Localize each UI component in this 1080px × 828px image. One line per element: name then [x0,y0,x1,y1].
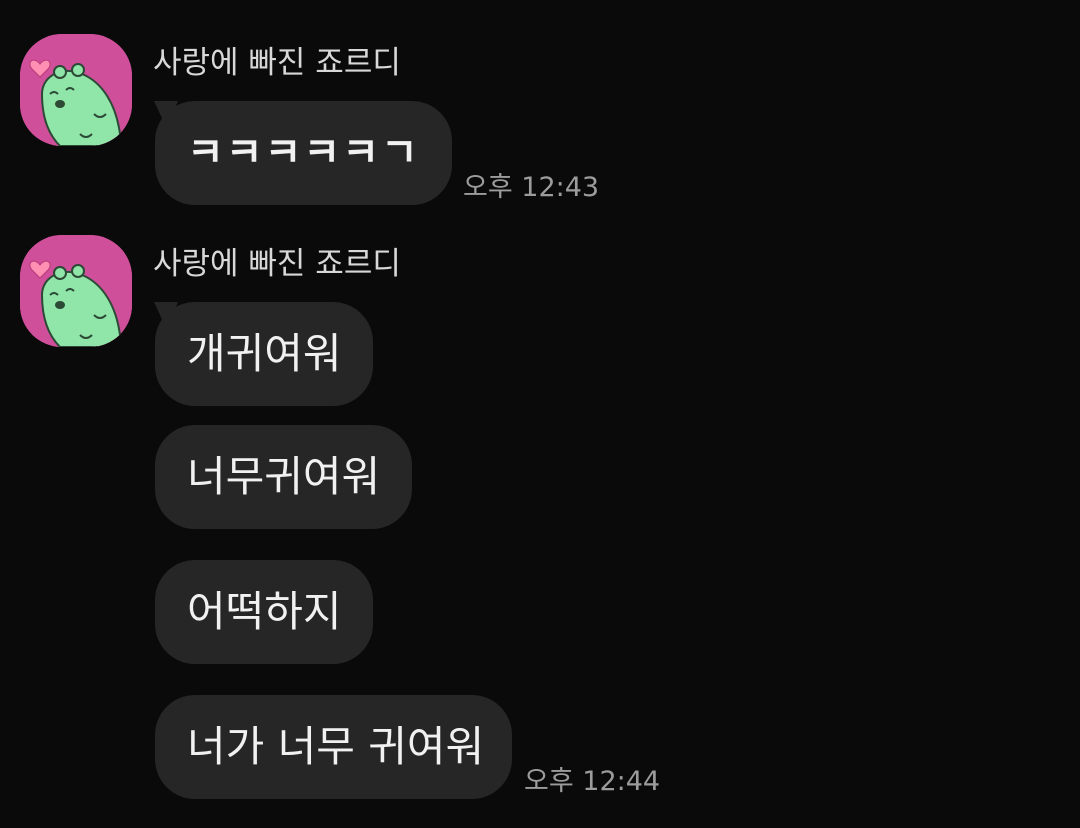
message-bubble[interactable]: 어떡하지 [155,560,373,664]
message-group: 사랑에 빠진 죠르디 개귀여워 너무귀여워 어떡하지 너가 너무 귀여워 오후 … [0,0,1080,828]
message-bubble[interactable]: 개귀여워 [155,302,373,406]
message-bubble[interactable]: 너가 너무 귀여워 [155,695,512,799]
message-bubble[interactable]: 너무귀여워 [155,425,412,529]
sender-name: 사랑에 빠진 죠르디 [153,246,401,282]
chat-screen: 사랑에 빠진 죠르디 ㅋㅋㅋㅋㅋㄱ 오후 12:43 사랑에 빠진 죠르디 개귀… [0,0,1080,828]
jordy-in-love-avatar-icon[interactable] [20,235,132,347]
message-timestamp: 오후 12:44 [524,766,661,797]
